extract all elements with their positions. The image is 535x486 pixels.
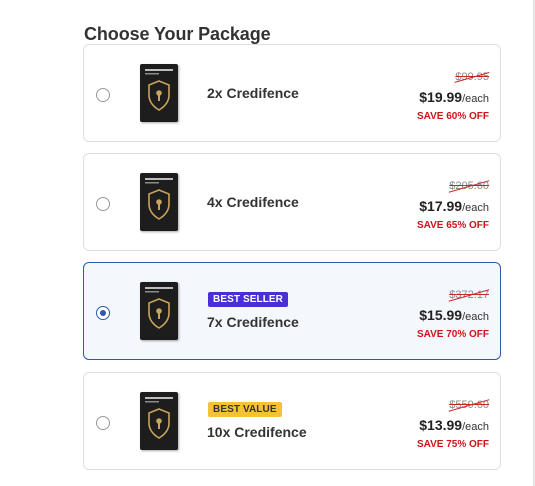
radio-button[interactable] [96, 416, 110, 430]
original-price: $99.95 [454, 71, 490, 83]
per-unit-label: /each [462, 311, 489, 323]
package-option-10x[interactable]: BEST VALUE 10x Credifence $559.60 $13.99… [83, 372, 501, 470]
price-block: $372.17 $15.99/each SAVE 70% OFF [359, 285, 490, 340]
package-name: 2x Credifence [207, 85, 299, 101]
product-image [140, 392, 178, 450]
package-option-4x[interactable]: 4x Credifence $205.60 $17.99/each SAVE 6… [83, 153, 501, 251]
radio-button[interactable] [96, 197, 110, 211]
radio-button-selected[interactable] [96, 306, 110, 320]
price-block: $559.60 $13.99/each SAVE 75% OFF [359, 395, 490, 450]
unit-price: $17.99 [419, 198, 463, 214]
unit-price: $19.99 [419, 89, 463, 105]
price-block: $99.95 $19.99/each SAVE 60% OFF [359, 67, 490, 122]
per-unit-label: /each [462, 421, 489, 433]
per-unit-label: /each [462, 202, 489, 214]
unit-price: $15.99 [419, 307, 463, 323]
page-title: Choose Your Package [84, 23, 271, 44]
shield-keyhole-icon [145, 69, 173, 111]
shield-keyhole-icon [145, 397, 173, 439]
original-price: $205.60 [448, 180, 490, 193]
discount-label: SAVE 65% OFF [416, 220, 489, 231]
package-name: 7x Credifence [207, 314, 299, 330]
product-image [140, 282, 178, 340]
best-value-badge: BEST VALUE [208, 402, 282, 417]
radio-button[interactable] [96, 88, 110, 102]
discount-label: SAVE 75% OFF [416, 439, 489, 450]
discount-label: SAVE 60% OFF [416, 111, 489, 122]
package-name: 4x Credifence [207, 194, 299, 210]
per-unit-label: /each [462, 93, 489, 105]
original-price: $559.60 [448, 399, 490, 412]
package-option-2x[interactable]: 2x Credifence $99.95 $19.99/each SAVE 60… [83, 44, 501, 142]
unit-price: $13.99 [419, 417, 463, 433]
shield-keyhole-icon [145, 287, 173, 329]
discount-label: SAVE 70% OFF [416, 329, 489, 340]
package-option-7x[interactable]: BEST SELLER 7x Credifence $372.17 $15.99… [83, 262, 501, 360]
shield-keyhole-icon [145, 178, 173, 220]
best-seller-badge: BEST SELLER [208, 292, 288, 307]
price-block: $205.60 $17.99/each SAVE 65% OFF [359, 176, 490, 231]
package-name: 10x Credifence [207, 424, 307, 440]
original-price: $372.17 [448, 289, 490, 302]
product-image [140, 64, 178, 122]
product-image [140, 173, 178, 231]
